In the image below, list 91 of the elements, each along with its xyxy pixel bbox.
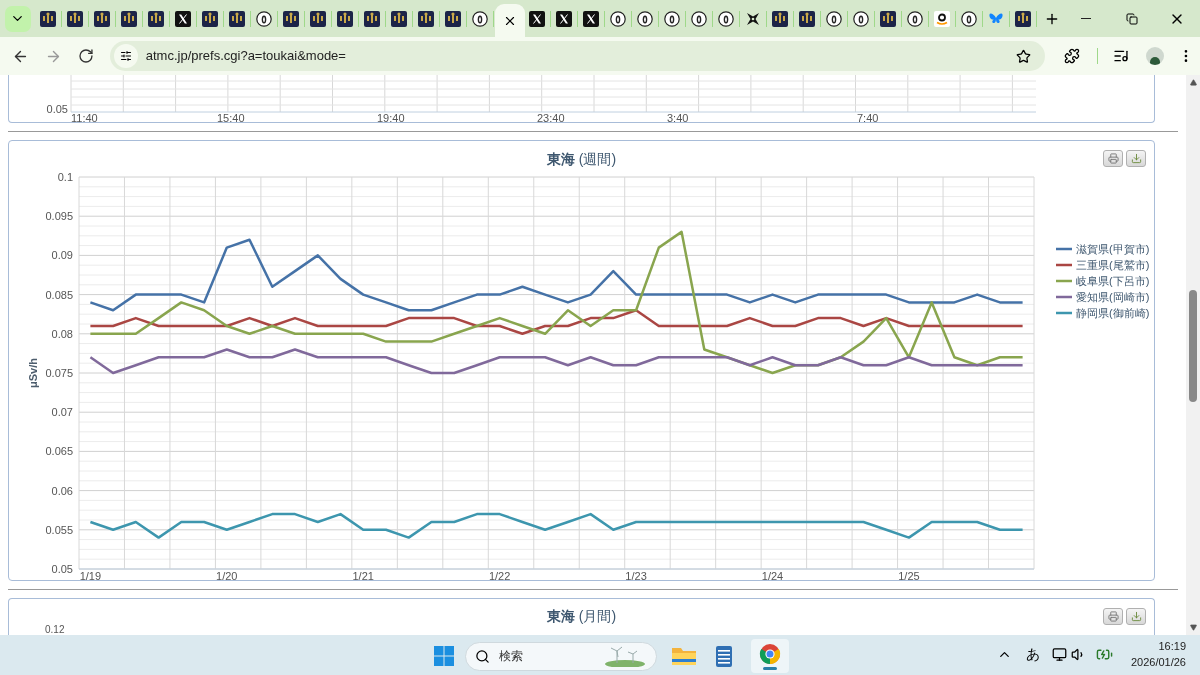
x-logo-icon [555, 10, 572, 27]
legend-label[interactable]: 愛知県(岡崎市) [1076, 291, 1150, 303]
site-logo-icon [93, 10, 110, 27]
axis-label: 0.05 [51, 563, 73, 575]
chart-title: 東海 (月間) [546, 607, 617, 626]
url-text: atmc.jp/prefs.cgi?a=toukai&mode= [145, 47, 346, 66]
site-logo-icon [309, 10, 326, 27]
site-logo-icon [417, 10, 434, 27]
legend-line [1056, 311, 1072, 315]
axis-label: 0.085 [45, 288, 73, 301]
legend-label[interactable]: 静岡県(御前崎) [1076, 307, 1150, 319]
legend-line [1056, 263, 1072, 267]
axis-label: 0.05 [46, 103, 68, 115]
axis-label: 19:40 [377, 112, 405, 122]
input-method-indicator[interactable]: あ [1025, 643, 1040, 665]
minimize-icon [1081, 18, 1092, 19]
site-logo-icon [1014, 10, 1031, 27]
address-bar[interactable]: atmc.jp/prefs.cgi?a=toukai&mode= [109, 41, 1046, 71]
x-logo-icon [174, 10, 191, 27]
search-field[interactable]: 検索 [465, 641, 657, 671]
wind-turbine-icon [603, 645, 647, 667]
legend-line [1056, 247, 1072, 251]
site-logo-icon [147, 10, 164, 27]
print-button[interactable] [1103, 150, 1123, 167]
scrollbar[interactable] [1186, 75, 1200, 635]
legend-label[interactable]: 滋賀県(甲賀市) [1076, 243, 1150, 255]
axis-label: 1/20 [216, 570, 238, 582]
site-logo-icon [201, 10, 218, 27]
network-icon[interactable] [1051, 646, 1067, 662]
axis-label: 0.065 [45, 445, 73, 458]
axis-label: 7:40 [857, 112, 879, 122]
axis-label: 0.08 [51, 327, 73, 340]
axis-label: 1/24 [761, 570, 784, 582]
axis-label: 0.09 [51, 249, 73, 262]
chrome-logo-icon [759, 642, 781, 665]
media-icon[interactable] [1113, 48, 1130, 64]
notepad-icon[interactable] [713, 644, 735, 668]
reload-icon[interactable] [77, 48, 94, 64]
x-logo-icon [528, 10, 545, 27]
axis-label: 1/23 [625, 570, 647, 582]
site-logo-icon [336, 10, 353, 27]
print-button[interactable] [1103, 608, 1123, 625]
site-logo-icon [879, 10, 896, 27]
legend-line [1056, 295, 1072, 299]
site-logo-icon [39, 10, 56, 27]
axis-label: 0.075 [45, 367, 73, 379]
axis-label: 1/19 [79, 570, 102, 582]
axis-label: 1/21 [352, 570, 374, 582]
site-settings-icon[interactable] [113, 44, 138, 68]
scroll-up-icon[interactable] [1189, 79, 1197, 86]
site-logo-icon [444, 10, 461, 27]
axis-label: 0.06 [51, 484, 73, 497]
site-logo-icon [120, 10, 137, 27]
axis-label: 3:40 [667, 112, 689, 122]
axis-label: 23:40 [537, 112, 565, 122]
bookmark-icon[interactable] [1016, 48, 1032, 64]
windows-logo-icon[interactable] [433, 645, 455, 667]
profile-avatar[interactable] [1146, 47, 1165, 65]
axis-label: 1/22 [488, 570, 511, 582]
clock[interactable]: 16:19 2026/01/26 [1130, 638, 1186, 670]
axis-label: 11:40 [71, 112, 98, 122]
axis-label: 0.055 [45, 523, 73, 536]
site-logo-icon [282, 10, 299, 27]
download-button[interactable] [1126, 608, 1146, 625]
chrome-taskbar-button[interactable] [751, 639, 789, 673]
site-logo-icon [66, 10, 83, 27]
legend-label[interactable]: 三重県(尾鷲市) [1076, 259, 1150, 271]
restore-icon [1125, 12, 1138, 25]
site-logo-icon [363, 10, 380, 27]
axis-title: μSv/h [27, 358, 39, 388]
chart-title: 東海 (週間) [546, 150, 617, 169]
axis-label: 1/25 [898, 570, 920, 582]
site-logo-icon [771, 10, 788, 27]
extensions-icon[interactable] [1064, 48, 1081, 64]
download-button[interactable] [1126, 150, 1146, 167]
axis-label: 15:40 [217, 112, 245, 122]
scrollbar-thumb[interactable] [1189, 290, 1197, 402]
site-logo-icon [798, 10, 815, 27]
x-logo-icon [582, 10, 599, 27]
axis-label: 0.07 [51, 406, 73, 419]
axis-label: 0.12 [45, 625, 65, 635]
legend-label[interactable]: 岐阜県(下呂市) [1076, 275, 1150, 287]
scroll-down-icon[interactable] [1189, 624, 1197, 631]
site-logo-icon [228, 10, 245, 27]
axis-label: 0.1 [57, 171, 73, 183]
axis-label: 0.095 [45, 210, 73, 223]
site-logo-icon [390, 10, 407, 27]
search-icon [475, 648, 490, 664]
legend-line [1056, 279, 1072, 283]
shuriken-icon [744, 10, 761, 27]
folder-icon[interactable] [671, 645, 697, 667]
